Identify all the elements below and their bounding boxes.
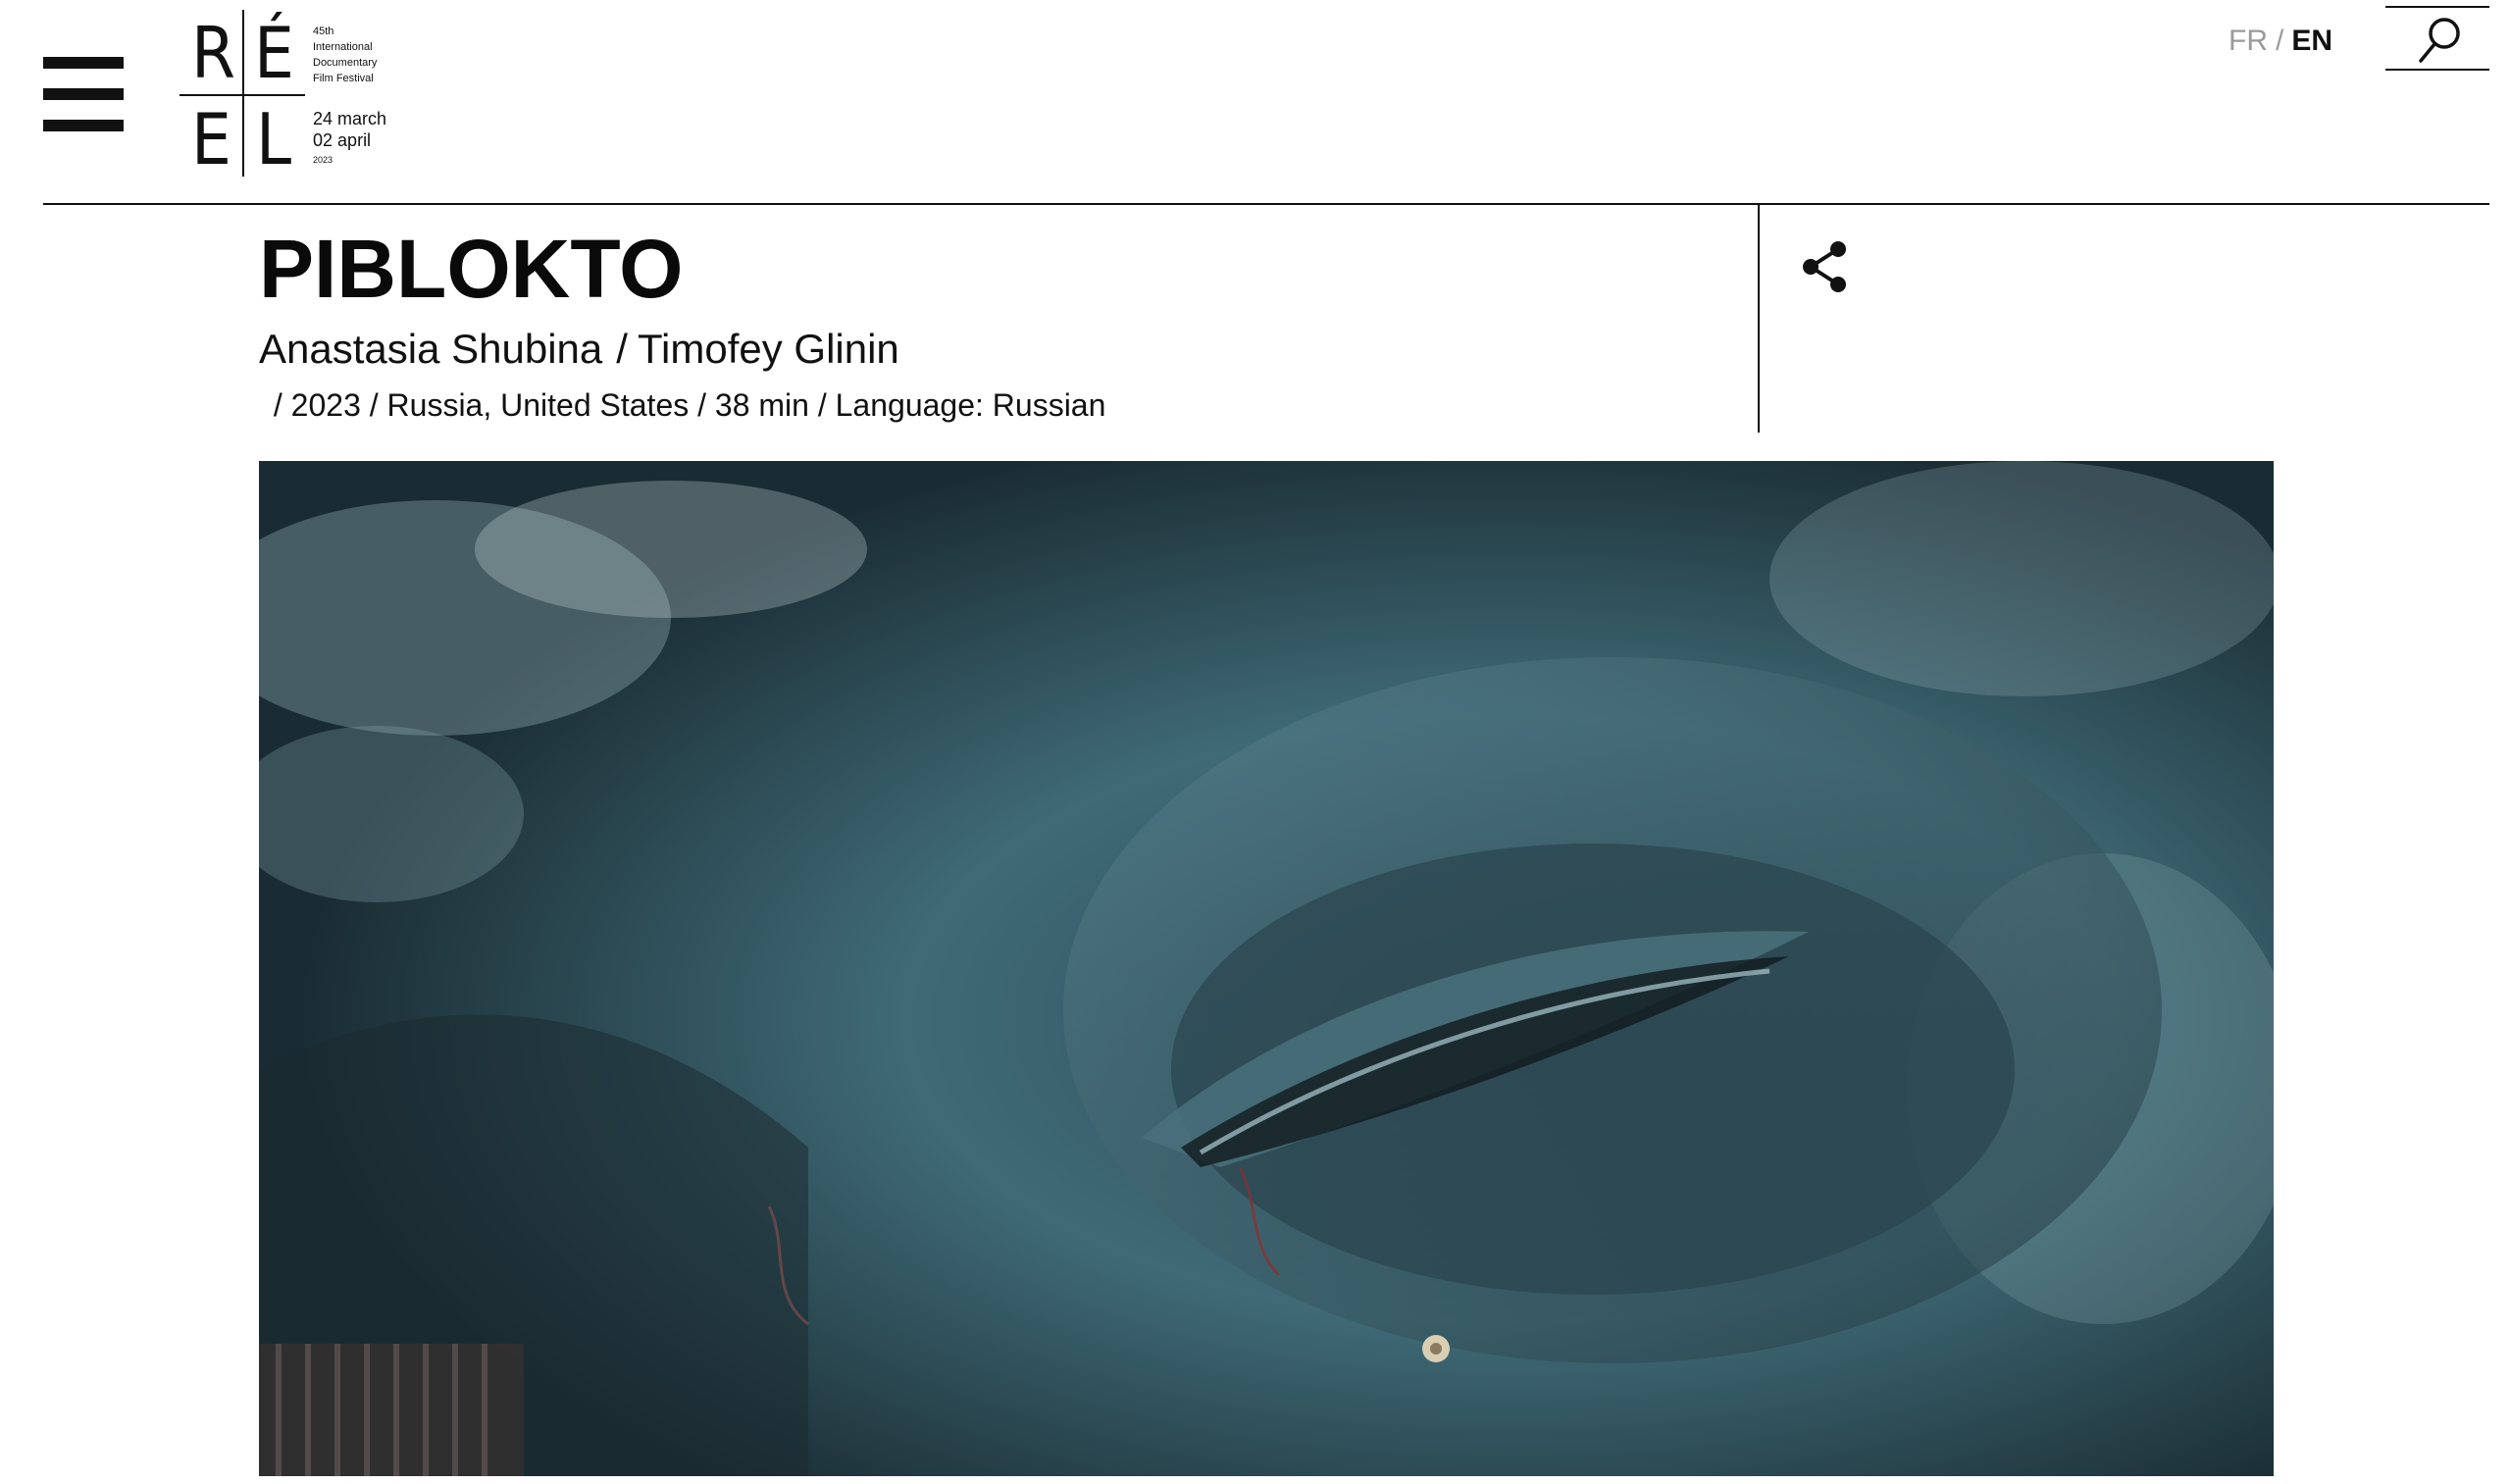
menu-bar: [43, 120, 124, 131]
logo-letter: R: [191, 12, 235, 94]
share-button[interactable]: [1799, 239, 1850, 294]
logo-year: 2023: [313, 155, 333, 165]
logo-date-num: 24: [313, 109, 333, 128]
film-still-image: [259, 461, 2274, 1476]
director-name[interactable]: Timofey Glinin: [638, 326, 899, 372]
festival-logo[interactable]: R É E L 45th International Documentary F…: [179, 10, 395, 177]
logo-date-num: 02: [313, 130, 333, 150]
film-page: R É E L 45th International Documentary F…: [0, 0, 2511, 1484]
film-details: / 2023 / Russia, United States / 38 min …: [265, 384, 1106, 426]
lang-fr-link[interactable]: FR: [2229, 25, 2268, 57]
logo-subtitle: 45th International Documentary Film Fest…: [313, 24, 377, 86]
director-separator: /: [616, 326, 628, 372]
menu-bar: [43, 88, 124, 100]
logo-subtitle-line: International: [313, 41, 373, 53]
film-title: PIBLOKTO: [259, 223, 684, 315]
film-details-text: / 2023 / Russia, United States / 38 min …: [265, 387, 1106, 423]
lang-en-link[interactable]: EN: [2291, 25, 2332, 57]
film-directors: Anastasia Shubina / Timofey Glinin: [259, 324, 899, 375]
logo-subtitle-line: Film Festival: [313, 73, 374, 84]
logo-letter: É: [254, 12, 294, 94]
logo-letter: E: [191, 98, 231, 180]
logo-dates: 24 march 02 april: [313, 108, 386, 151]
menu-bar: [43, 57, 124, 69]
sidebar-divider: [1758, 205, 1760, 433]
header-divider: [43, 203, 2489, 205]
logo-divider-vertical: [242, 10, 244, 177]
logo-subtitle-line: Documentary: [313, 57, 378, 69]
logo-letter: L: [256, 98, 292, 180]
director-name[interactable]: Anastasia Shubina: [259, 326, 602, 372]
hamburger-menu-icon[interactable]: [43, 57, 124, 135]
logo-edition: 45th: [313, 26, 334, 37]
whale-eye-illustration: [259, 461, 2274, 1476]
logo-divider-horizontal: [179, 94, 305, 96]
logo-date-word: march: [337, 109, 387, 128]
lang-separator: /: [2276, 25, 2284, 57]
language-switcher: FR / EN: [2229, 22, 2332, 61]
search-button[interactable]: [2385, 6, 2489, 71]
share-icon: [1803, 241, 1846, 292]
logo-date-word: april: [337, 130, 372, 150]
search-icon: [2419, 18, 2460, 63]
